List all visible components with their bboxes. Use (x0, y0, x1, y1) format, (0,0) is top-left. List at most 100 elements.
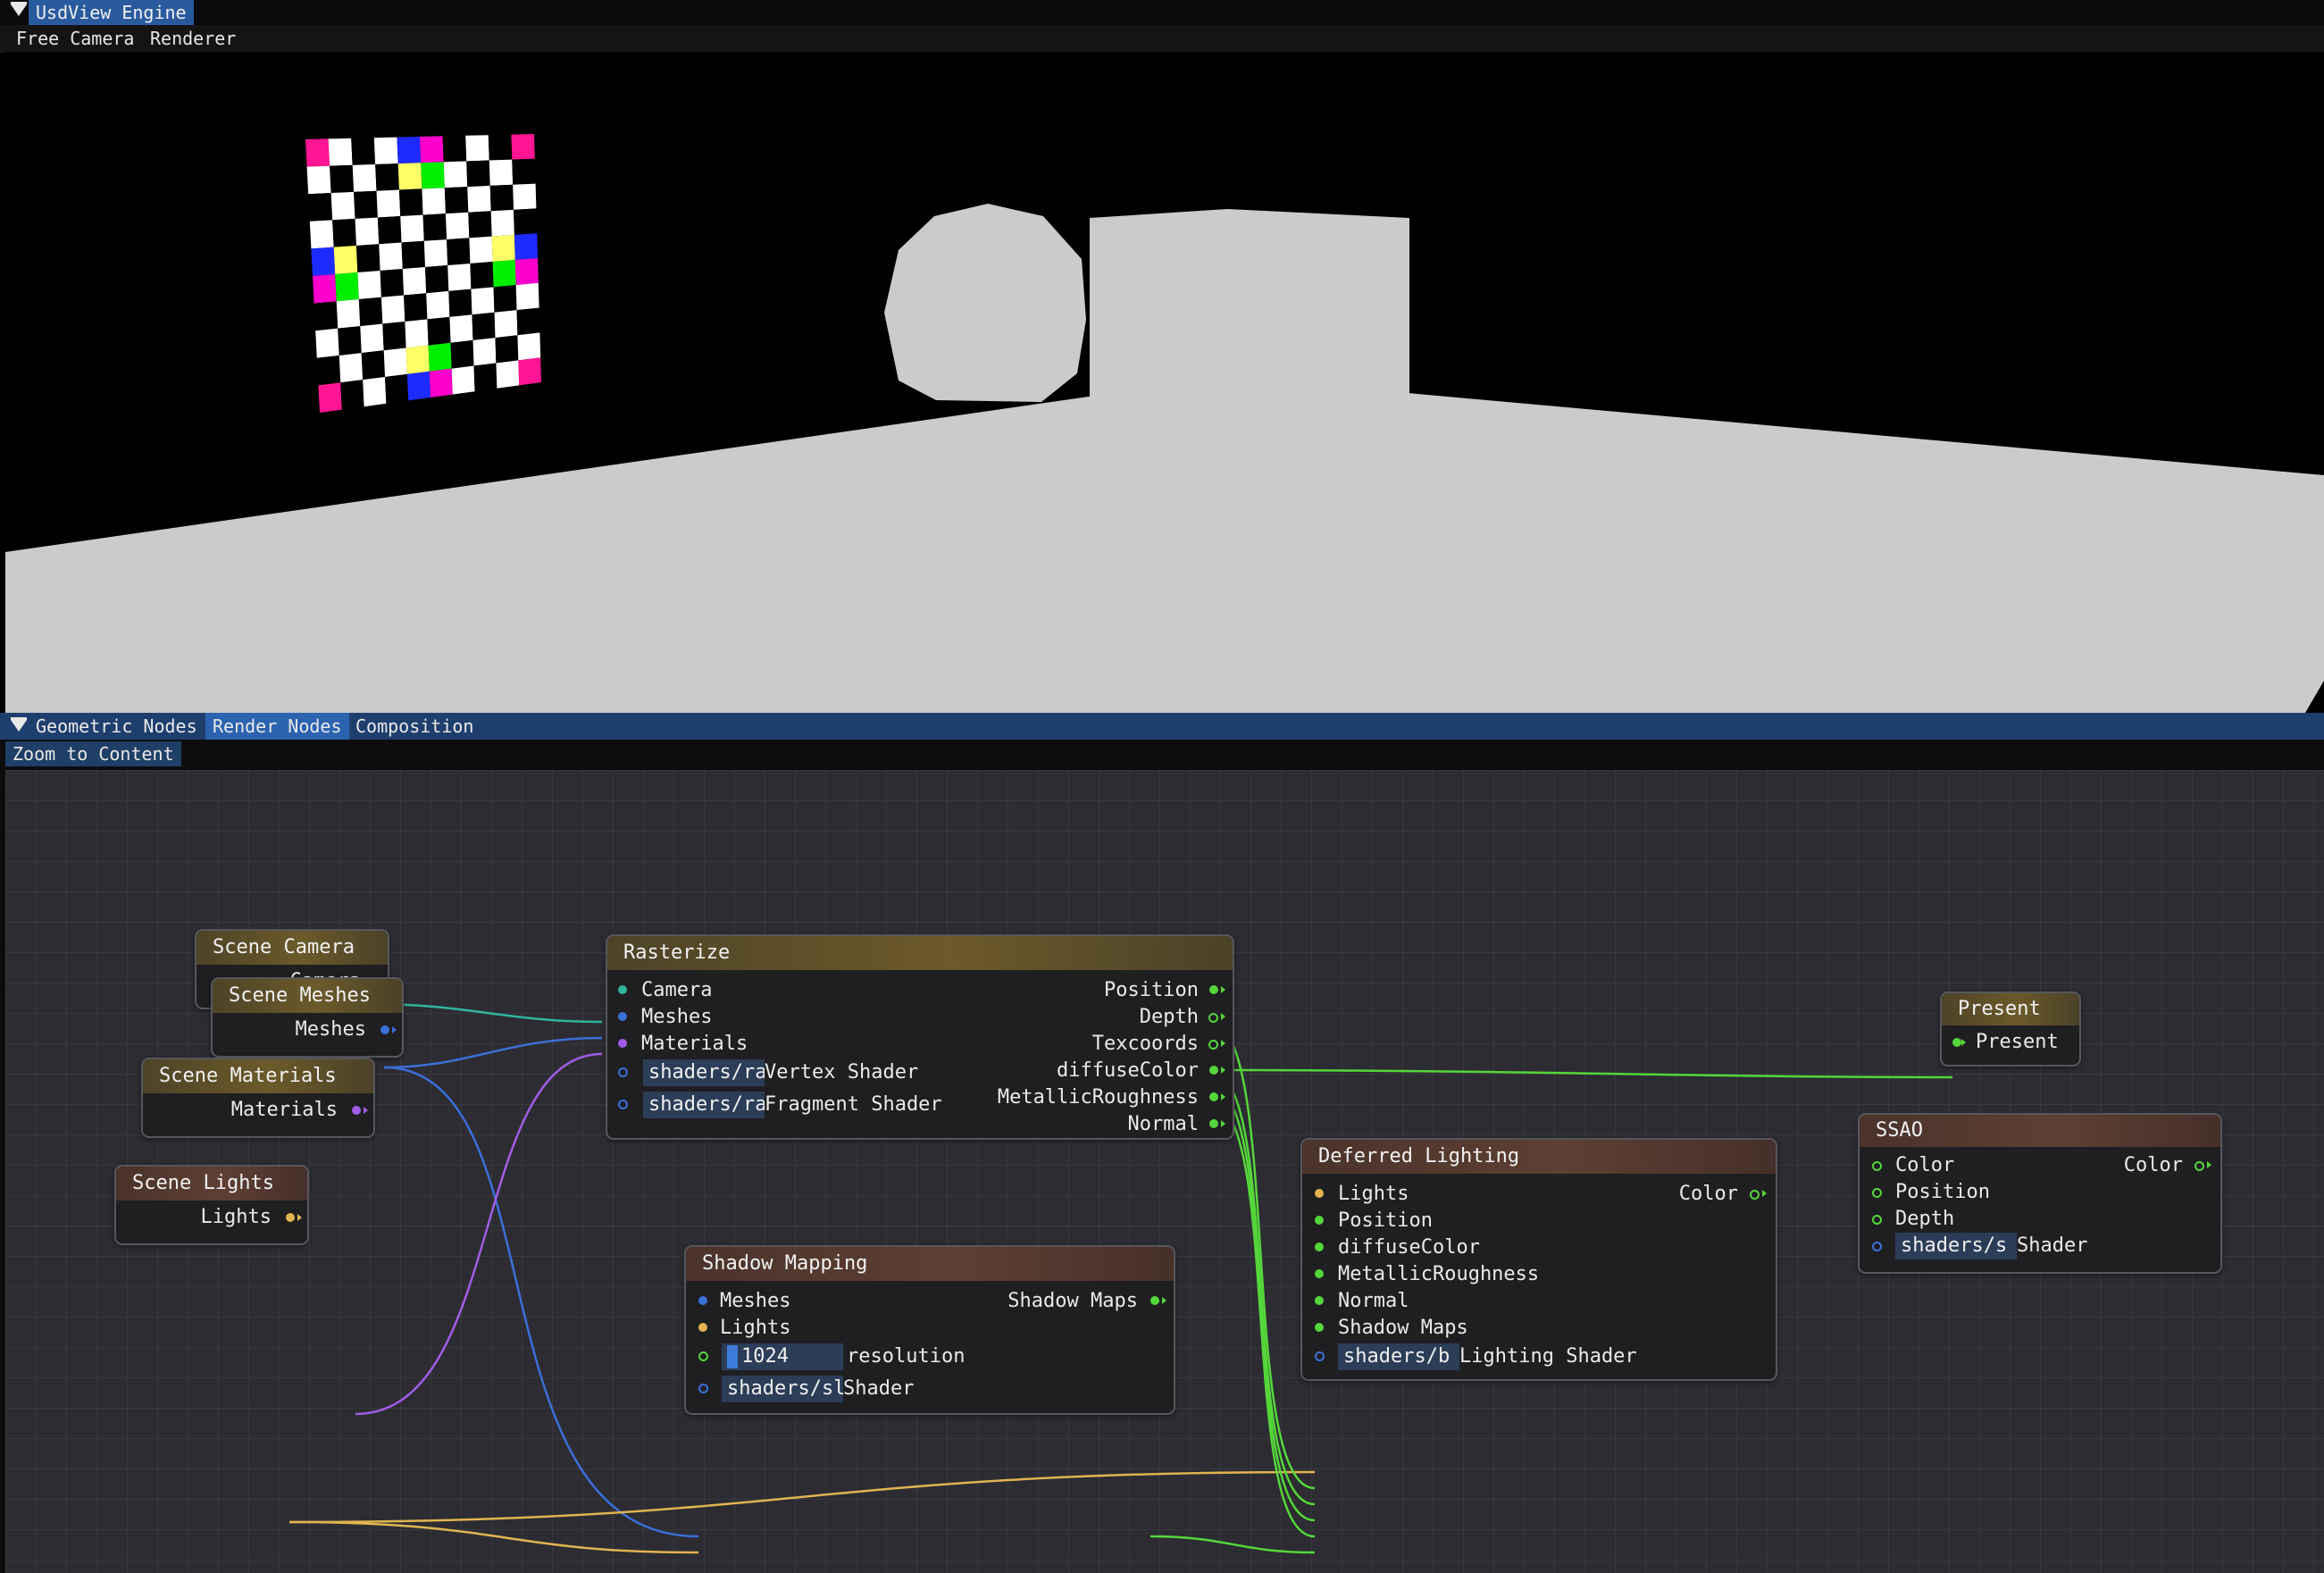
checker-cell (494, 310, 518, 339)
node-title[interactable]: Scene Meshes (213, 979, 402, 1013)
output-pin[interactable] (1208, 1013, 1218, 1023)
input-pin[interactable] (698, 1323, 707, 1332)
node-graph-canvas[interactable]: Scene Camera Camera Scene Meshes Meshes … (5, 770, 2324, 1573)
checker-cell (360, 323, 384, 354)
input-pin[interactable] (618, 1039, 627, 1048)
checker-cell (489, 184, 514, 212)
checker-cell (373, 137, 398, 164)
input-pin[interactable] (1315, 1296, 1324, 1305)
tab-render-nodes[interactable]: Render Nodes (205, 713, 349, 740)
vertex-shader-field[interactable]: shaders/ra (643, 1059, 765, 1086)
input-pin[interactable] (618, 1067, 628, 1077)
lighting-shader-field[interactable]: shaders/b (1338, 1343, 1459, 1370)
checker-cell (358, 297, 383, 327)
port-label: Lights (1338, 1183, 1409, 1205)
input-pin[interactable] (1872, 1215, 1882, 1225)
node-scene-meshes[interactable]: Scene Meshes Meshes (211, 977, 404, 1058)
input-pin[interactable] (618, 985, 627, 994)
node-deferred-lighting[interactable]: Deferred Lighting Lights Position diffus… (1300, 1138, 1777, 1381)
checker-cell (422, 213, 447, 241)
checker-cell (514, 208, 538, 235)
node-title[interactable]: Deferred Lighting (1302, 1140, 1776, 1174)
checker-cell (496, 360, 520, 389)
checkerboard-texture-plane (305, 134, 541, 413)
checker-cell (422, 188, 446, 215)
input-pin[interactable] (1315, 1243, 1324, 1251)
menu-free-camera[interactable]: Free Camera (9, 25, 141, 52)
checker-cell (375, 163, 399, 191)
fragment-shader-field[interactable]: shaders/ra (643, 1092, 765, 1118)
node-present[interactable]: Present Present (1940, 991, 2081, 1067)
input-pin[interactable] (1952, 1038, 1961, 1047)
input-pin[interactable] (1872, 1242, 1882, 1251)
node-ssao[interactable]: SSAO Color Position Depth shaders/s Shad… (1858, 1113, 2222, 1274)
tab-geometric-nodes[interactable]: Geometric Nodes (29, 713, 205, 740)
input-pin[interactable] (1872, 1161, 1882, 1171)
port-label: Texcoords (1091, 1033, 1199, 1055)
usdview-engine-window: UsdView Engine Free Camera Renderer (0, 0, 2324, 713)
output-pin[interactable] (380, 1025, 389, 1034)
node-title[interactable]: Present (1942, 993, 2079, 1025)
collapse-arrow-icon[interactable] (11, 2, 27, 16)
output-pin[interactable] (1750, 1190, 1760, 1200)
output-pin[interactable] (286, 1213, 295, 1222)
output-pin[interactable] (1209, 1066, 1218, 1075)
node-shadow-mapping[interactable]: Shadow Mapping Meshes Lights 1024 resolu… (684, 1245, 1175, 1415)
checker-cell (318, 382, 342, 413)
pin-arrow-icon (1221, 1120, 1225, 1127)
input-pin[interactable] (1315, 1323, 1324, 1332)
input-pin[interactable] (1315, 1351, 1325, 1361)
node-scene-lights[interactable]: Scene Lights Lights (114, 1165, 309, 1245)
3d-viewport[interactable] (5, 52, 2324, 713)
input-pin[interactable] (618, 1012, 627, 1021)
port-label: Lighting Shader (1459, 1345, 1637, 1368)
input-pin[interactable] (698, 1296, 707, 1305)
input-pin[interactable] (698, 1351, 708, 1361)
node-title[interactable]: Rasterize (607, 936, 1233, 970)
checker-cell (469, 236, 493, 264)
window-title-tab[interactable]: UsdView Engine (29, 0, 194, 25)
resolution-input[interactable]: 1024 (722, 1343, 843, 1370)
zoom-to-content-button[interactable]: Zoom to Content (5, 741, 181, 766)
output-pin[interactable] (1208, 1040, 1218, 1050)
input-pin[interactable] (1872, 1188, 1882, 1198)
checker-cell (328, 138, 353, 166)
output-pin[interactable] (1209, 1119, 1218, 1128)
checker-cell (379, 242, 403, 271)
input-pin[interactable] (618, 1100, 628, 1109)
node-title[interactable]: Scene Materials (143, 1059, 373, 1093)
port-label: Shadow Maps (1338, 1317, 1468, 1339)
title-bar: UsdView Engine (0, 0, 2324, 25)
output-pin[interactable] (1150, 1296, 1159, 1305)
output-pin[interactable] (352, 1106, 361, 1115)
input-pin[interactable] (698, 1384, 708, 1393)
output-pin[interactable] (1209, 985, 1218, 994)
output-pin[interactable] (2194, 1161, 2204, 1171)
node-title[interactable]: SSAO (1860, 1115, 2220, 1147)
port-label: Camera (641, 979, 713, 1001)
input-pin[interactable] (1315, 1216, 1324, 1225)
checker-cell (488, 134, 513, 161)
input-pin[interactable] (1315, 1269, 1324, 1278)
menu-renderer[interactable]: Renderer (143, 25, 243, 52)
checker-cell (427, 316, 451, 346)
output-pin[interactable] (1209, 1092, 1218, 1101)
checker-cell (330, 191, 355, 221)
input-pin[interactable] (1315, 1189, 1324, 1198)
shadow-shader-field[interactable]: shaders/sl (722, 1376, 843, 1402)
checker-cell (405, 345, 430, 374)
pin-arrow-icon (297, 1214, 302, 1221)
node-editor-tab-bar: Geometric Nodes Render Nodes Composition (0, 713, 2324, 740)
collapse-arrow-icon[interactable] (11, 717, 27, 732)
pin-arrow-icon (364, 1107, 368, 1114)
ssao-shader-field[interactable]: shaders/s (1895, 1233, 2017, 1259)
node-title[interactable]: Shadow Mapping (686, 1247, 1174, 1281)
checker-cell (376, 189, 401, 218)
node-scene-materials[interactable]: Scene Materials Materials (141, 1058, 375, 1138)
checker-cell (517, 332, 541, 361)
node-rasterize[interactable]: Rasterize Camera Meshes Materials shader… (606, 934, 1234, 1140)
node-title[interactable]: Scene Lights (116, 1167, 307, 1201)
node-title[interactable]: Scene Camera (196, 931, 388, 965)
tab-composition[interactable]: Composition (348, 713, 481, 740)
checker-cell (443, 161, 468, 188)
